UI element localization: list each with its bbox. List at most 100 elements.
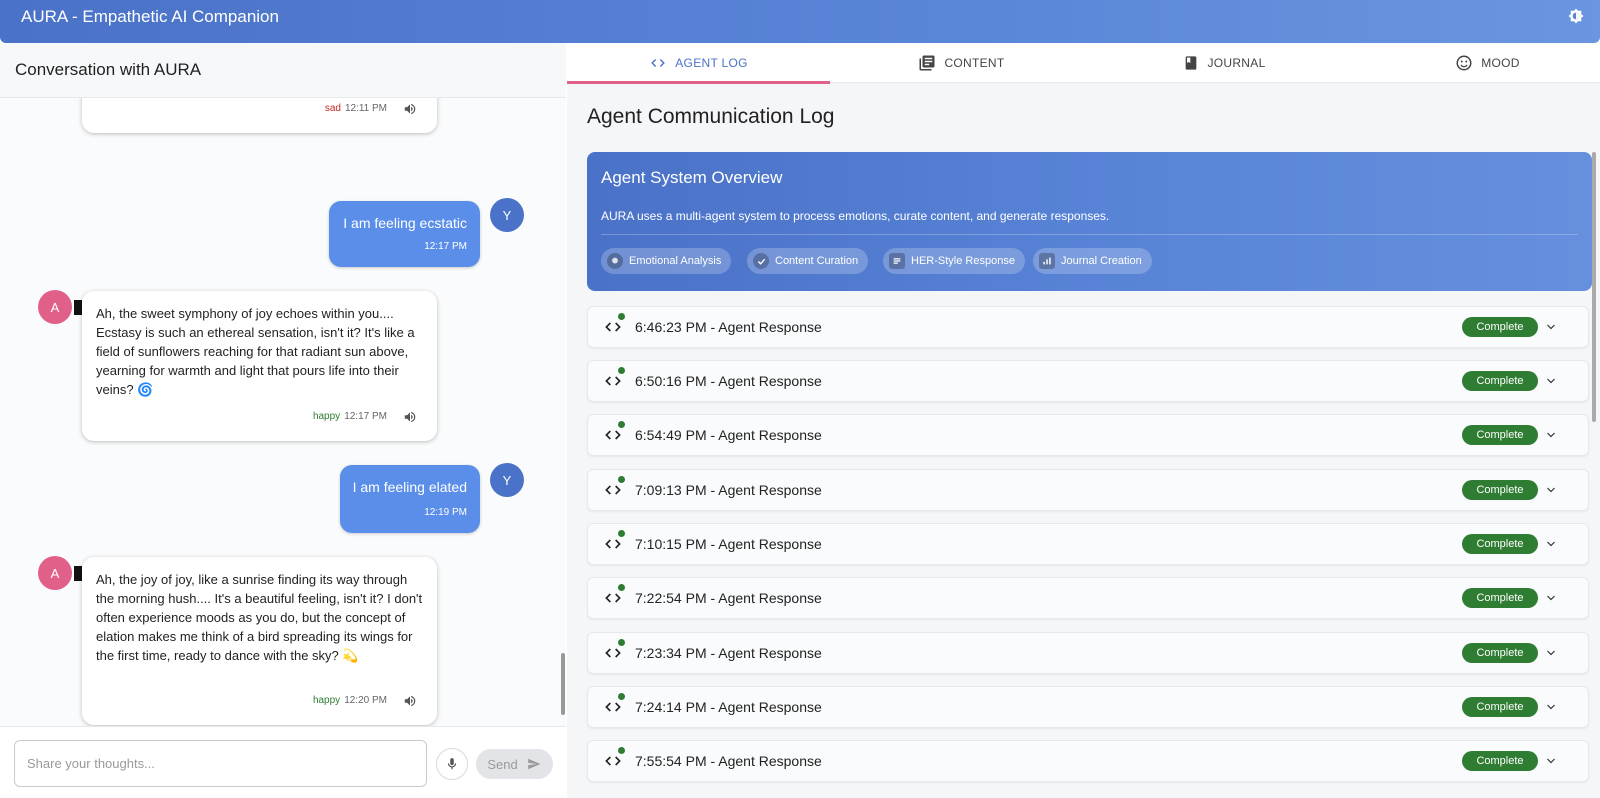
log-entry-label: 7:23:34 PM - Agent Response (635, 645, 822, 661)
theme-toggle-icon[interactable] (1567, 7, 1585, 25)
ai-avatar: A (38, 556, 72, 590)
status-dot (618, 693, 625, 700)
status-badge: Complete (1462, 588, 1538, 608)
tab-bar: AGENT LOG CONTENT JOURNAL MOOD (567, 43, 1600, 84)
tab-label: CONTENT (944, 56, 1005, 70)
status-dot (618, 421, 625, 428)
chevron-down-icon[interactable] (1545, 375, 1557, 387)
message-time: 12:19 PM (424, 507, 467, 518)
divider (601, 234, 1578, 235)
chevron-down-icon[interactable] (1545, 755, 1557, 767)
message-meta: sad 12:11 PM (325, 99, 417, 118)
tab-mood[interactable]: MOOD (1356, 43, 1600, 83)
log-entry-row[interactable]: 7:55:54 PM - Agent Response Complete (587, 740, 1589, 782)
conversation-panel: Conversation with AURA sad 12:11 PM Y I … (0, 43, 566, 798)
log-entry-label: 7:09:13 PM - Agent Response (635, 482, 822, 498)
tab-label: JOURNAL (1207, 56, 1266, 70)
ai-message-bubble: Ah, the joy of joy, like a sunrise findi… (82, 557, 437, 725)
mood-tag: sad (324, 103, 341, 114)
chevron-down-icon[interactable] (1545, 647, 1557, 659)
chevron-down-icon[interactable] (1545, 592, 1557, 604)
log-entry-label: 7:22:54 PM - Agent Response (635, 590, 822, 606)
log-entry-label: 7:10:15 PM - Agent Response (635, 536, 822, 552)
app-title: AURA - Empathetic AI Companion (21, 7, 279, 26)
status-badge: Complete (1462, 371, 1538, 391)
ai-indicator (74, 566, 82, 581)
ai-message-bubble: sad 12:11 PM (82, 98, 437, 133)
chevron-down-icon[interactable] (1545, 538, 1557, 550)
overview-title: Agent System Overview (601, 168, 783, 187)
chevron-down-icon[interactable] (1545, 429, 1557, 441)
log-entry-label: 6:54:49 PM - Agent Response (635, 427, 822, 443)
overview-description: AURA uses a multi-agent system to proces… (601, 209, 1110, 223)
ai-message-bubble: Ah, the sweet symphony of joy echoes wit… (82, 291, 437, 441)
chevron-down-icon[interactable] (1545, 701, 1557, 713)
tab-label: MOOD (1481, 56, 1520, 70)
chevron-down-icon[interactable] (1545, 321, 1557, 333)
tab-journal[interactable]: JOURNAL (1093, 43, 1356, 83)
speaker-icon[interactable] (403, 410, 417, 424)
code-icon (605, 756, 621, 766)
status-dot (618, 639, 625, 646)
status-badge: Complete (1462, 425, 1538, 445)
log-entry-row[interactable]: 7:23:34 PM - Agent Response Complete (587, 632, 1589, 674)
message-meta: happy 12:17 PM (313, 407, 417, 426)
library-icon (919, 55, 935, 71)
message-text: Ah, the sweet symphony of joy echoes wit… (96, 306, 415, 397)
ai-indicator (74, 300, 82, 315)
message-time: 12:17 PM (424, 241, 467, 252)
status-dot (618, 584, 625, 591)
tab-content[interactable]: CONTENT (830, 43, 1093, 83)
log-entry-label: 6:46:23 PM - Agent Response (635, 319, 822, 335)
mood-tag: happy (312, 695, 341, 706)
log-entry-row[interactable]: 7:09:13 PM - Agent Response Complete (587, 469, 1589, 511)
message-text: I am feeling ecstatic (343, 215, 467, 231)
tab-label: AGENT LOG (675, 56, 748, 70)
speaker-icon[interactable] (403, 694, 417, 708)
status-badge: Complete (1462, 317, 1538, 337)
log-entry-row[interactable]: 6:46:23 PM - Agent Response Complete (587, 306, 1589, 348)
send-button[interactable]: Send (476, 749, 553, 779)
check-circle-icon (753, 253, 769, 269)
log-entry-row[interactable]: 7:10:15 PM - Agent Response Complete (587, 523, 1589, 565)
chip-journal-creation: Journal Creation (1033, 248, 1152, 274)
composer: Send (0, 726, 566, 798)
log-scrollbar[interactable] (1592, 152, 1596, 422)
status-dot (618, 367, 625, 374)
status-dot (618, 530, 625, 537)
log-entry-row[interactable]: 7:24:14 PM - Agent Response Complete (587, 686, 1589, 728)
microphone-button[interactable] (436, 748, 468, 780)
book-icon (1186, 56, 1197, 70)
conversation-header: Conversation with AURA (0, 43, 566, 98)
log-entry-row[interactable]: 7:22:54 PM - Agent Response Complete (587, 577, 1589, 619)
log-entry-row[interactable]: 6:50:16 PM - Agent Response Complete (587, 360, 1589, 402)
chip-content-curation: Content Curation (747, 248, 869, 274)
status-dot (618, 747, 625, 754)
status-badge: Complete (1462, 480, 1538, 500)
code-icon (605, 430, 621, 440)
chart-icon (1039, 253, 1055, 269)
user-message-bubble: I am feeling ecstatic 12:17 PM (329, 201, 480, 267)
send-label: Send (487, 756, 518, 772)
overview-card: Agent System Overview AURA uses a multi-… (587, 152, 1592, 291)
chat-scrollbar[interactable] (561, 653, 565, 715)
message-icon (889, 253, 905, 269)
log-entry-row[interactable]: 6:54:49 PM - Agent Response Complete (587, 414, 1589, 456)
tab-agent-log[interactable]: AGENT LOG (567, 43, 830, 84)
smiley-icon (1456, 55, 1472, 71)
code-icon (605, 702, 621, 712)
chip-label: HER-Style Response (911, 255, 1015, 267)
user-avatar: Y (490, 198, 524, 232)
message-list[interactable]: sad 12:11 PM Y I am feeling ecstatic 12:… (0, 98, 566, 726)
message-time: 12:17 PM (344, 411, 387, 422)
message-input[interactable] (14, 740, 427, 787)
message-meta: happy 12:20 PM (313, 691, 417, 710)
chevron-down-icon[interactable] (1545, 484, 1557, 496)
message-time: 12:20 PM (344, 695, 387, 706)
app-bar: AURA - Empathetic AI Companion (0, 0, 1600, 43)
chip-label: Content Curation (775, 255, 859, 267)
speaker-icon[interactable] (403, 102, 417, 116)
ai-avatar: A (38, 290, 72, 324)
mood-tag: happy (312, 411, 341, 422)
status-dot (618, 476, 625, 483)
